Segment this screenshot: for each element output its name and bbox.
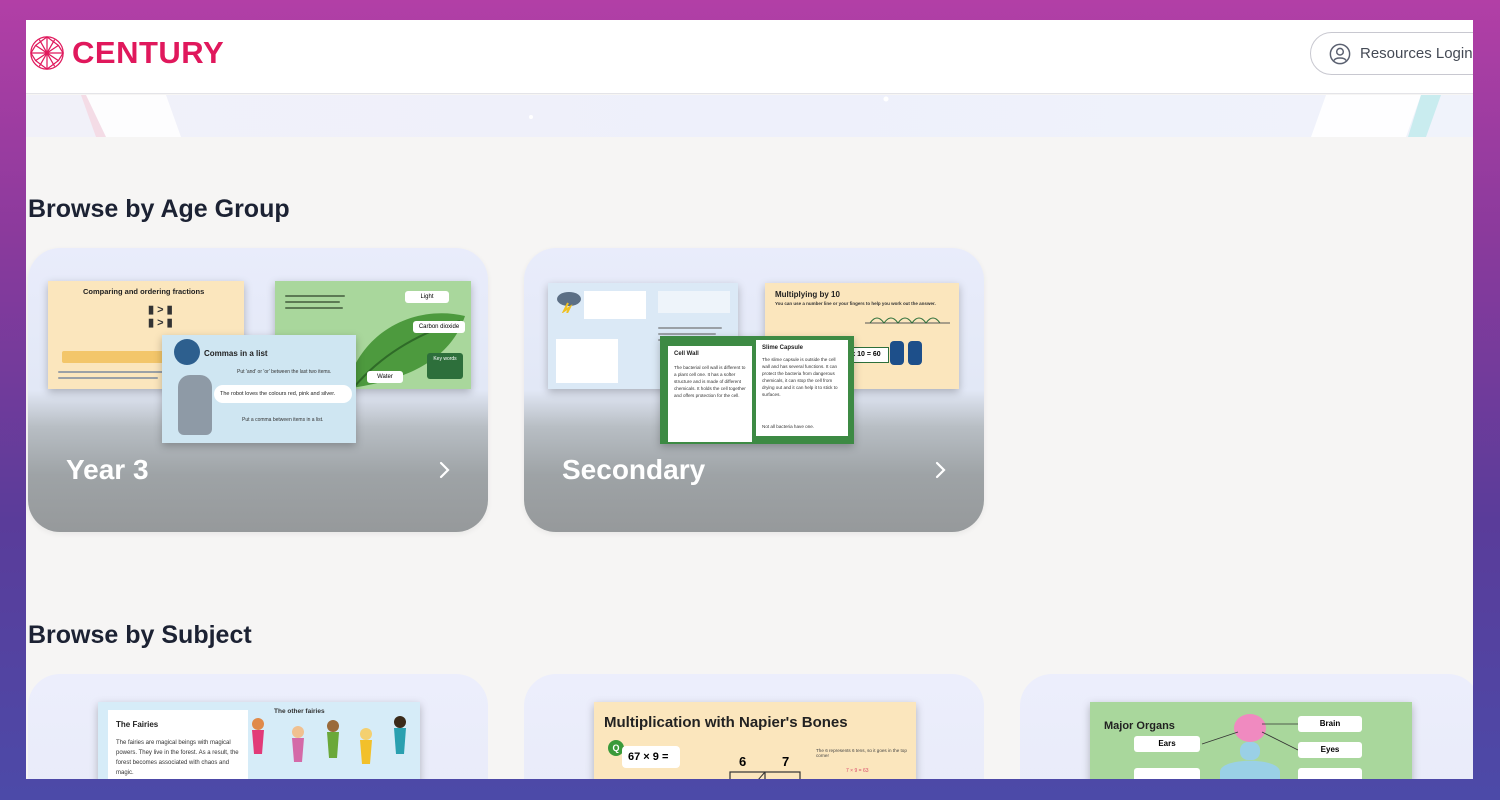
tag-water: Water xyxy=(367,371,403,383)
age-group-heading: Browse by Age Group xyxy=(28,195,290,223)
age-card-secondary[interactable]: Multiplying by 10 You can use a number l… xyxy=(524,248,984,532)
card-label: Year 3 xyxy=(66,454,149,485)
card-label: Secondary xyxy=(562,454,706,485)
label-brain: Brain xyxy=(1298,716,1362,732)
subject-heading: Browse by Subject xyxy=(28,621,252,649)
slide-title: Comparing and ordering fractions xyxy=(83,287,205,296)
panel-note: Not all bacteria have one. xyxy=(762,424,815,429)
slide-bacteria: Cell Wall The bacterial cell wall is dif… xyxy=(660,336,854,444)
slide-title: Commas in a list xyxy=(204,349,268,358)
tag-light: Light xyxy=(405,291,449,303)
slide-text-1: Put 'and' or 'or' between the last two i… xyxy=(237,369,332,375)
century-logo[interactable]: CENTURY xyxy=(28,34,224,72)
panel-title: Cell Wall xyxy=(674,351,699,357)
label-placeholder xyxy=(1298,768,1362,779)
slide-title: The Fairies xyxy=(116,720,159,729)
browser-viewport: CENTURY Resources Login Browse by Age Gr… xyxy=(26,20,1473,779)
slide-fairies: The Fairies The fairies are magical bein… xyxy=(98,702,420,779)
robot-illustration xyxy=(178,375,212,435)
age-card-year-3[interactable]: Comparing and ordering fractions ▮ > ▮ ▮ … xyxy=(28,248,488,532)
cell-wall-panel: Cell Wall The bacterial cell wall is dif… xyxy=(668,346,752,442)
panel-title: Slime Capsule xyxy=(762,345,804,351)
subject-card-science[interactable]: Major Organs Brain Ears Eyes xyxy=(1020,674,1473,779)
elephant-illustration xyxy=(174,339,200,365)
slide-major-organs: Major Organs Brain Ears Eyes xyxy=(1090,702,1412,779)
site-header: CENTURY Resources Login xyxy=(26,20,1473,94)
slide-napiers-bones: Multiplication with Napier's Bones Q 67 … xyxy=(594,702,916,779)
key-words-box: Key words xyxy=(427,353,463,379)
chevron-right-icon xyxy=(439,461,450,479)
subject-card-maths[interactable]: Multiplication with Napier's Bones Q 67 … xyxy=(524,674,984,779)
panel-text: The bacterial cell wall is different to … xyxy=(674,365,746,398)
label-ears: Ears xyxy=(1134,736,1200,752)
resources-login-button[interactable]: Resources Login xyxy=(1310,32,1473,75)
subject-card-english[interactable]: The Fairies The fairies are magical bein… xyxy=(28,674,488,779)
chevron-right-icon xyxy=(935,461,946,479)
login-label: Resources Login xyxy=(1360,45,1473,62)
panel-text: The slime capsule is outside the cell wa… xyxy=(762,357,838,397)
label-placeholder xyxy=(1134,768,1200,779)
slide-text-3: Put a comma between items in a list. xyxy=(242,417,324,423)
hero-banner-edge xyxy=(26,95,1473,137)
slide-sentence: The robot loves the colours red, pink an… xyxy=(214,385,352,403)
fairies-text-panel: The Fairies The fairies are magical bein… xyxy=(108,710,248,779)
slide-commas: Commas in a list Put 'and' or 'or' betwe… xyxy=(162,335,356,443)
user-icon xyxy=(1329,43,1351,64)
century-logo-icon xyxy=(30,36,64,70)
tag-carbon-dioxide: Carbon dioxide xyxy=(413,321,465,333)
slime-capsule-panel: Slime Capsule The slime capsule is outsi… xyxy=(756,340,848,436)
banner-decoration xyxy=(81,95,1441,137)
brand-name: CENTURY xyxy=(72,35,225,70)
slide-text: The fairies are magical beings with magi… xyxy=(116,740,239,776)
label-eyes: Eyes xyxy=(1298,742,1362,758)
